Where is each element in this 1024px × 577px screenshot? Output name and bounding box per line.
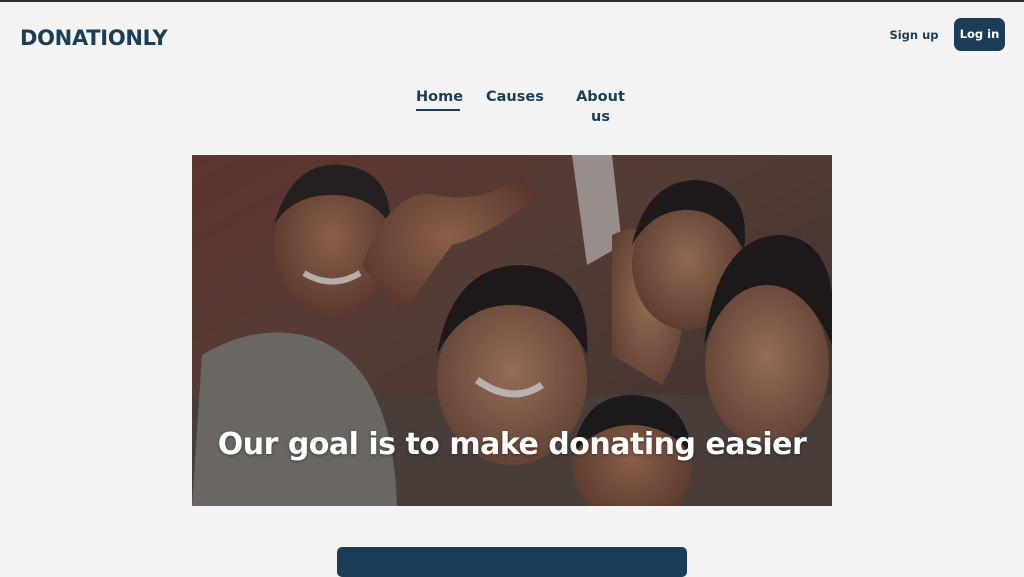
- signup-link[interactable]: Sign up: [886, 26, 942, 44]
- nav-causes[interactable]: Causes: [486, 87, 544, 109]
- hero-banner: Our goal is to make donating easier: [192, 155, 832, 506]
- site-logo[interactable]: DONATIONLY: [20, 26, 168, 50]
- top-border: [0, 0, 1024, 2]
- hero-title: Our goal is to make donating easier: [217, 427, 807, 462]
- main-nav: Home Causes About us: [0, 87, 1024, 125]
- nav-about-us[interactable]: About us: [567, 87, 634, 125]
- login-button[interactable]: Log in: [954, 18, 1005, 51]
- nav-home[interactable]: Home: [416, 87, 463, 111]
- cta-button[interactable]: [337, 547, 687, 577]
